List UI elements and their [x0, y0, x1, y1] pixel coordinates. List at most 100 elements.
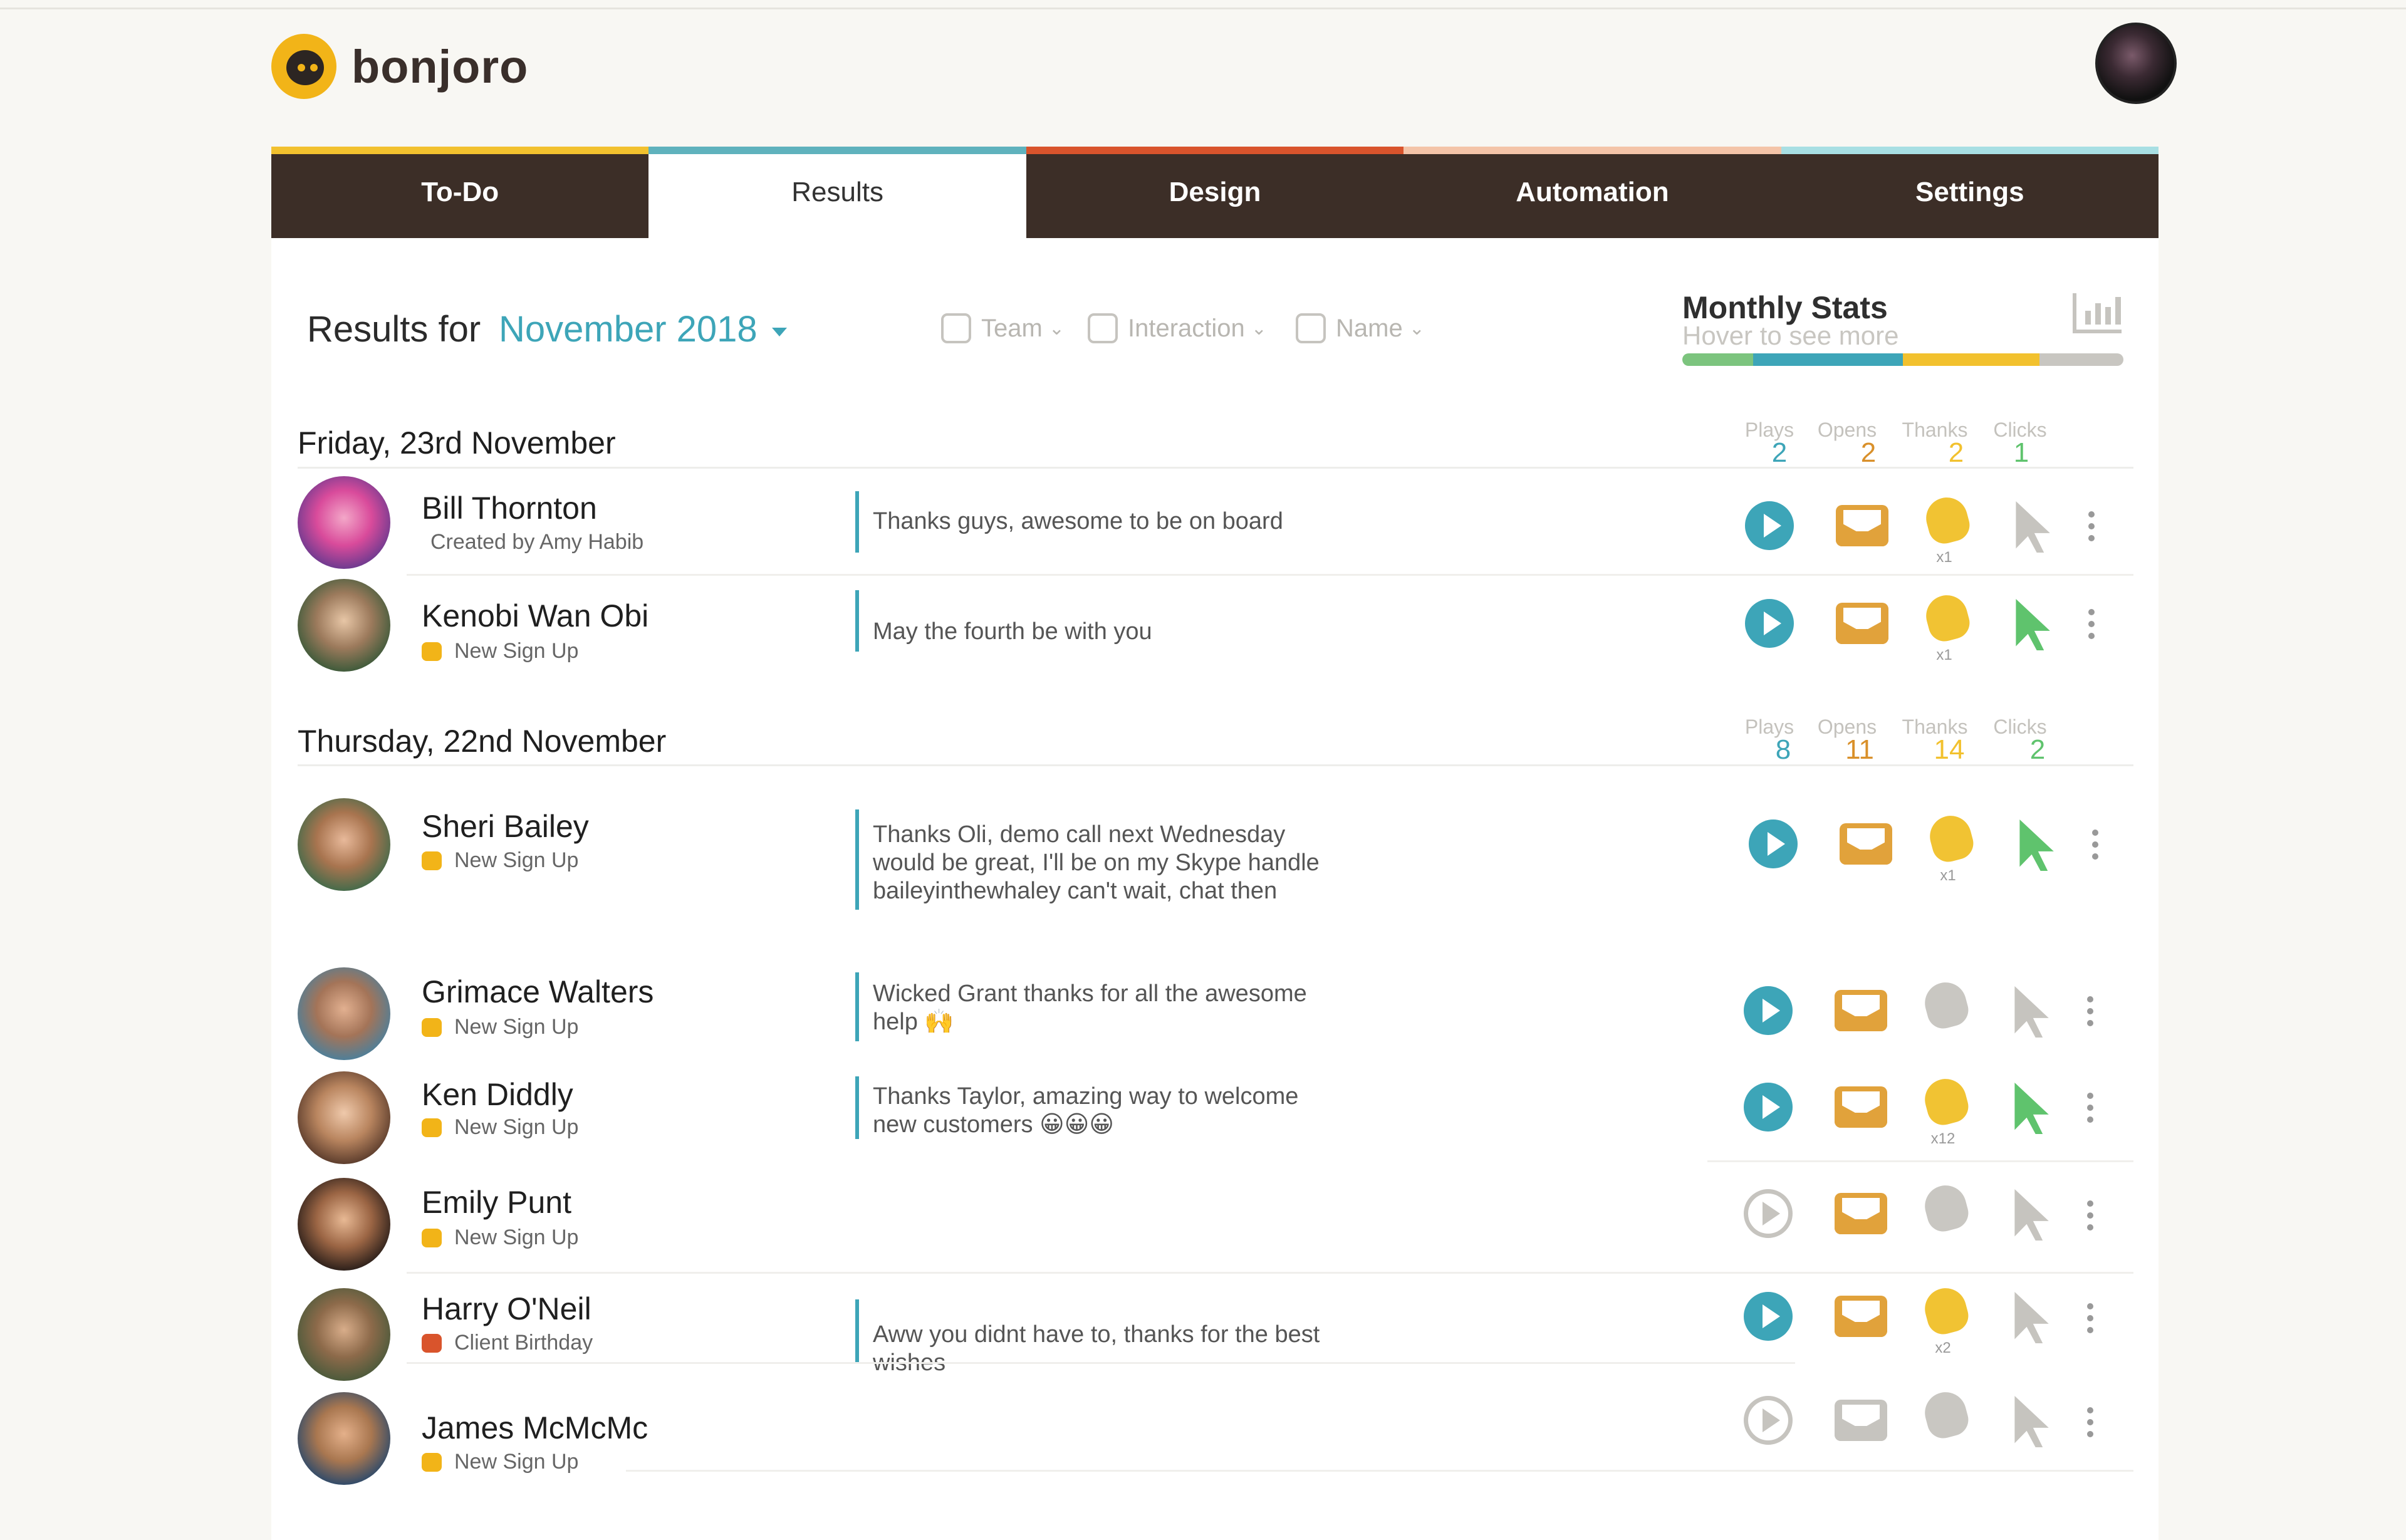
avatar — [298, 476, 390, 569]
clapping-hands-icon — [1925, 811, 1977, 866]
play-icon[interactable] — [1744, 1083, 1793, 1132]
chevron-down-icon[interactable] — [772, 328, 787, 336]
results-heading: Results for — [307, 309, 481, 350]
contact-name[interactable]: Emily Punt — [422, 1184, 571, 1220]
contact-name[interactable]: Harry O'Neil — [422, 1291, 591, 1327]
avatar — [298, 579, 390, 672]
result-row[interactable]: Harry O'Neil Client Birthday Aww you did… — [298, 1278, 2133, 1385]
monthly-stats-bar[interactable] — [1682, 353, 2123, 366]
more-options-icon[interactable] — [2087, 1093, 2093, 1128]
user-avatar[interactable] — [2095, 23, 2177, 104]
contact-subtitle: New Sign Up — [422, 1115, 578, 1140]
reply-message: May the fourth be with you — [855, 590, 1152, 652]
top-divider — [0, 8, 2406, 9]
more-options-icon[interactable] — [2087, 1200, 2093, 1236]
filter-label: Team — [981, 314, 1043, 342]
bonjoro-logo[interactable]: bonjoro — [271, 34, 528, 99]
opens-count: 2 — [1860, 437, 1877, 468]
team-filter[interactable]: Team ⌄ — [941, 313, 1065, 343]
contact-name[interactable]: Grimace Walters — [422, 974, 654, 1010]
play-icon[interactable] — [1744, 986, 1793, 1035]
subtitle-text: New Sign Up — [454, 1450, 579, 1474]
contact-name[interactable]: Kenobi Wan Obi — [422, 598, 648, 634]
more-options-icon[interactable] — [2088, 511, 2095, 547]
tab-todo[interactable]: To-Do — [271, 147, 649, 238]
row-divider — [407, 1272, 2133, 1274]
thanks-count: 2 — [1948, 437, 1964, 468]
result-row[interactable]: Sheri Bailey New Sign Up Thanks Oli, dem… — [298, 796, 2133, 921]
contact-name[interactable]: Ken Diddly — [422, 1076, 573, 1113]
tab-label: To-Do — [421, 177, 499, 207]
more-options-icon[interactable] — [2088, 609, 2095, 645]
avatar — [298, 798, 390, 891]
contact-subtitle: New Sign Up — [422, 1225, 578, 1250]
avatar — [298, 967, 390, 1060]
stats-segment-clicks — [2039, 353, 2123, 366]
signup-tag-icon — [422, 1228, 442, 1247]
bar-chart-icon[interactable] — [2073, 293, 2122, 333]
contact-name[interactable]: James McMcMc — [422, 1410, 648, 1446]
cursor-click-icon — [2019, 819, 2054, 871]
subtitle-text: New Sign Up — [454, 1015, 579, 1039]
contact-subtitle: Created by Amy Habib — [430, 530, 643, 554]
cursor-click-icon — [2014, 1396, 2049, 1447]
reply-message: Aww you didnt have to, thanks for the be… — [855, 1299, 1320, 1376]
play-icon[interactable] — [1744, 1396, 1793, 1445]
chevron-down-icon: ⌄ — [1409, 318, 1425, 339]
clapping-hands-icon — [1921, 492, 1974, 548]
envelope-open-icon — [1835, 990, 1887, 1031]
more-options-icon[interactable] — [2087, 1303, 2093, 1339]
contact-name[interactable]: Bill Thornton — [422, 490, 597, 526]
result-row[interactable]: James McMcMc New Sign Up — [298, 1385, 2133, 1491]
contact-subtitle: New Sign Up — [422, 1450, 578, 1474]
tab-design[interactable]: Design — [1026, 147, 1404, 238]
tab-label: Settings — [1915, 177, 2024, 207]
clapping-hands-icon — [1920, 977, 1972, 1033]
stats-segment-thanks — [1902, 353, 2040, 366]
month-selector[interactable]: November 2018 — [499, 308, 758, 350]
tab-settings[interactable]: Settings — [1781, 147, 2159, 238]
bear-logo-icon — [271, 34, 336, 99]
subtitle-text: Created by Amy Habib — [430, 530, 644, 554]
envelope-open-icon — [1835, 1400, 1887, 1441]
play-icon[interactable] — [1745, 501, 1794, 550]
tab-results[interactable]: Results — [648, 147, 1026, 238]
result-row[interactable]: Kenobi Wan Obi New Sign Up May the fourt… — [298, 576, 2133, 672]
thanks-multiplier: x2 — [1935, 1340, 1951, 1356]
plays-count: 2 — [1771, 437, 1788, 468]
play-icon[interactable] — [1744, 1292, 1793, 1341]
thanks-multiplier: x1 — [1936, 647, 1952, 663]
result-row[interactable]: Ken Diddly New Sign Up Thanks Taylor, am… — [298, 1065, 2133, 1165]
name-search-icon — [1296, 313, 1326, 343]
cursor-click-icon — [2014, 1083, 2049, 1134]
signup-tag-icon — [422, 851, 442, 870]
envelope-open-icon — [1836, 505, 1888, 546]
clicks-count: 2 — [2029, 734, 2046, 765]
row-divider — [626, 1470, 2133, 1472]
cursor-click-icon — [2016, 599, 2050, 650]
result-row[interactable]: Grimace Walters New Sign Up Wicked Grant… — [298, 965, 2133, 1065]
name-filter[interactable]: Name ⌄ — [1296, 313, 1425, 343]
play-icon[interactable] — [1745, 599, 1794, 648]
more-options-icon[interactable] — [2092, 830, 2098, 865]
clapping-hands-icon — [1920, 1387, 1972, 1442]
more-options-icon[interactable] — [2087, 996, 2093, 1032]
result-row[interactable]: Emily Punt New Sign Up — [298, 1172, 2133, 1274]
contact-name[interactable]: Sheri Bailey — [422, 808, 589, 845]
signup-tag-icon — [422, 642, 442, 661]
message-line: Thanks Oli, demo call next Wednesday — [873, 821, 1286, 848]
signup-tag-icon — [422, 1452, 442, 1472]
play-icon[interactable] — [1749, 819, 1798, 868]
message-line: help 🙌 — [873, 1009, 954, 1035]
thanks-count: 14 — [1934, 734, 1965, 765]
play-icon[interactable] — [1744, 1189, 1793, 1238]
message-line: Aww you didnt have to, thanks for the be… — [873, 1321, 1320, 1348]
interaction-filter[interactable]: Interaction ⌄ — [1088, 313, 1267, 343]
reply-message: Thanks Taylor, amazing way to welcome ne… — [855, 1076, 1298, 1139]
tab-automation[interactable]: Automation — [1404, 147, 1781, 238]
result-row[interactable]: Bill Thornton Created by Amy Habib Thank… — [298, 474, 2133, 576]
interaction-icon — [1088, 313, 1118, 343]
tab-label: Design — [1169, 177, 1261, 207]
contact-subtitle: Client Birthday — [422, 1331, 593, 1355]
more-options-icon[interactable] — [2087, 1407, 2093, 1443]
